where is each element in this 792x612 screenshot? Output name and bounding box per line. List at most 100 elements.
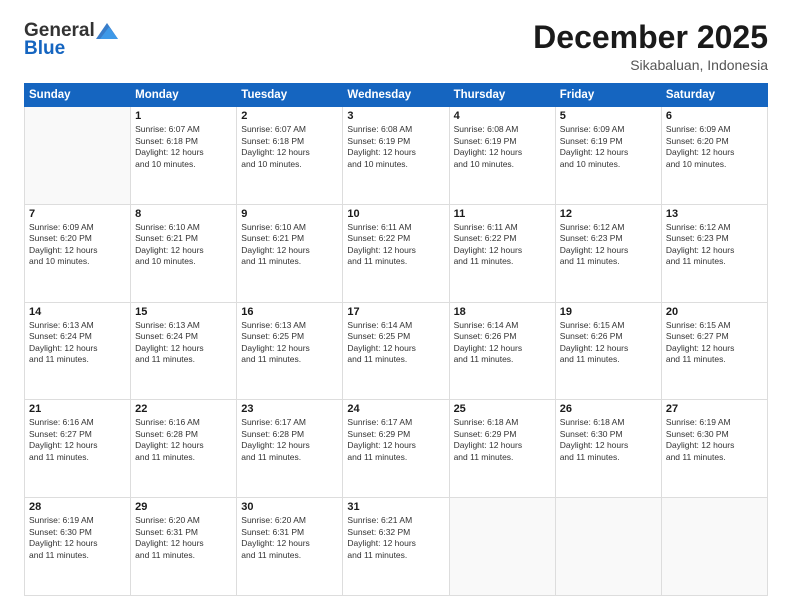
day-number: 15: [135, 306, 232, 318]
day-info: Sunrise: 6:16 AM Sunset: 6:27 PM Dayligh…: [29, 417, 126, 463]
day-number: 13: [666, 208, 763, 220]
day-number: 31: [347, 501, 444, 513]
header-tuesday: Tuesday: [237, 84, 343, 107]
day-info: Sunrise: 6:20 AM Sunset: 6:31 PM Dayligh…: [135, 515, 232, 561]
day-info: Sunrise: 6:17 AM Sunset: 6:29 PM Dayligh…: [347, 417, 444, 463]
day-info: Sunrise: 6:12 AM Sunset: 6:23 PM Dayligh…: [560, 222, 657, 268]
day-info: Sunrise: 6:10 AM Sunset: 6:21 PM Dayligh…: [135, 222, 232, 268]
day-number: 12: [560, 208, 657, 220]
day-number: 4: [454, 110, 551, 122]
table-row: 29 Sunrise: 6:20 AM Sunset: 6:31 PM Dayli…: [131, 498, 237, 596]
table-row: 24Sunrise: 6:17 AM Sunset: 6:29 PM Dayli…: [343, 400, 449, 498]
logo-icon: [96, 23, 118, 39]
day-number: 26: [560, 403, 657, 415]
day-info: Sunrise: 6:17 AM Sunset: 6:28 PM Dayligh…: [241, 417, 338, 463]
table-row: 16 Sunrise: 6:13 AM Sunset: 6:25 PM Dayli…: [237, 302, 343, 400]
header-monday: Monday: [131, 84, 237, 107]
day-number: 10: [347, 208, 444, 220]
day-info: Sunrise: 6:18 AM Sunset: 6:30 PM Dayligh…: [560, 417, 657, 463]
day-info: Sunrise: 6:09 AM Sunset: 6:20 PM Dayligh…: [29, 222, 126, 268]
header-thursday: Thursday: [449, 84, 555, 107]
table-row: 26 Sunrise: 6:18 AM Sunset: 6:30 PM Dayli…: [555, 400, 661, 498]
day-info: Sunrise: 6:07 AM Sunset: 6:18 PM Dayligh…: [241, 124, 338, 170]
day-number: 29: [135, 501, 232, 513]
day-number: 20: [666, 306, 763, 318]
day-number: 21: [29, 403, 126, 415]
calendar-week-row: 21 Sunrise: 6:16 AM Sunset: 6:27 PM Dayli…: [25, 400, 768, 498]
month-title: December 2025: [533, 20, 768, 55]
day-number: 8: [135, 208, 232, 220]
day-info: Sunrise: 6:09 AM Sunset: 6:19 PM Dayligh…: [560, 124, 657, 170]
day-number: 14: [29, 306, 126, 318]
header: General Blue December 2025 Sikabaluan, I…: [24, 20, 768, 73]
day-number: 25: [454, 403, 551, 415]
day-number: 9: [241, 208, 338, 220]
calendar-header-row: Sunday Monday Tuesday Wednesday Thursday…: [25, 84, 768, 107]
day-number: 3: [347, 110, 444, 122]
day-number: 16: [241, 306, 338, 318]
day-number: 2: [241, 110, 338, 122]
table-row: 1Sunrise: 6:07 AM Sunset: 6:18 PM Daylig…: [131, 107, 237, 205]
calendar-week-row: 14 Sunrise: 6:13 AM Sunset: 6:24 PM Dayli…: [25, 302, 768, 400]
header-saturday: Saturday: [661, 84, 767, 107]
table-row: 5Sunrise: 6:09 AM Sunset: 6:19 PM Daylig…: [555, 107, 661, 205]
location: Sikabaluan, Indonesia: [533, 57, 768, 73]
calendar-table: Sunday Monday Tuesday Wednesday Thursday…: [24, 83, 768, 596]
day-number: 22: [135, 403, 232, 415]
day-info: Sunrise: 6:13 AM Sunset: 6:24 PM Dayligh…: [29, 320, 126, 366]
day-info: Sunrise: 6:19 AM Sunset: 6:30 PM Dayligh…: [29, 515, 126, 561]
day-info: Sunrise: 6:15 AM Sunset: 6:26 PM Dayligh…: [560, 320, 657, 366]
day-number: 1: [135, 110, 232, 122]
day-info: Sunrise: 6:10 AM Sunset: 6:21 PM Dayligh…: [241, 222, 338, 268]
day-info: Sunrise: 6:18 AM Sunset: 6:29 PM Dayligh…: [454, 417, 551, 463]
day-number: 27: [666, 403, 763, 415]
table-row: 25 Sunrise: 6:18 AM Sunset: 6:29 PM Dayli…: [449, 400, 555, 498]
logo: General Blue: [24, 20, 119, 60]
calendar-week-row: 1 Sunrise: 6:07 AM Sunset: 6:18 PM Daylig…: [25, 107, 768, 205]
day-info: Sunrise: 6:21 AM Sunset: 6:32 PM Dayligh…: [347, 515, 444, 561]
day-info: Sunrise: 6:14 AM Sunset: 6:26 PM Dayligh…: [454, 320, 551, 366]
day-info: Sunrise: 6:08 AM Sunset: 6:19 PM Dayligh…: [347, 124, 444, 170]
table-row: 11 Sunrise: 6:11 AM Sunset: 6:22 PM Dayli…: [449, 204, 555, 302]
header-friday: Friday: [555, 84, 661, 107]
calendar-week-row: 7 Sunrise: 6:09 AM Sunset: 6:20 PM Daylig…: [25, 204, 768, 302]
day-number: 17: [347, 306, 444, 318]
table-row: 20Sunrise: 6:15 AM Sunset: 6:27 PM Dayli…: [661, 302, 767, 400]
day-info: Sunrise: 6:16 AM Sunset: 6:28 PM Dayligh…: [135, 417, 232, 463]
day-info: Sunrise: 6:11 AM Sunset: 6:22 PM Dayligh…: [347, 222, 444, 268]
table-row: 28 Sunrise: 6:19 AM Sunset: 6:30 PM Dayli…: [25, 498, 131, 596]
table-row: [661, 498, 767, 596]
logo-blue: Blue: [24, 38, 65, 60]
table-row: 7 Sunrise: 6:09 AM Sunset: 6:20 PM Daylig…: [25, 204, 131, 302]
day-info: Sunrise: 6:14 AM Sunset: 6:25 PM Dayligh…: [347, 320, 444, 366]
table-row: 15Sunrise: 6:13 AM Sunset: 6:24 PM Dayli…: [131, 302, 237, 400]
day-info: Sunrise: 6:09 AM Sunset: 6:20 PM Dayligh…: [666, 124, 763, 170]
table-row: 30 Sunrise: 6:20 AM Sunset: 6:31 PM Dayli…: [237, 498, 343, 596]
day-info: Sunrise: 6:11 AM Sunset: 6:22 PM Dayligh…: [454, 222, 551, 268]
day-info: Sunrise: 6:13 AM Sunset: 6:25 PM Dayligh…: [241, 320, 338, 366]
table-row: 19Sunrise: 6:15 AM Sunset: 6:26 PM Dayli…: [555, 302, 661, 400]
header-wednesday: Wednesday: [343, 84, 449, 107]
calendar-week-row: 28 Sunrise: 6:19 AM Sunset: 6:30 PM Dayli…: [25, 498, 768, 596]
table-row: 22 Sunrise: 6:16 AM Sunset: 6:28 PM Dayli…: [131, 400, 237, 498]
table-row: 23Sunrise: 6:17 AM Sunset: 6:28 PM Dayli…: [237, 400, 343, 498]
day-info: Sunrise: 6:19 AM Sunset: 6:30 PM Dayligh…: [666, 417, 763, 463]
day-number: 7: [29, 208, 126, 220]
table-row: [555, 498, 661, 596]
table-row: [449, 498, 555, 596]
day-info: Sunrise: 6:20 AM Sunset: 6:31 PM Dayligh…: [241, 515, 338, 561]
table-row: 8 Sunrise: 6:10 AM Sunset: 6:21 PM Daylig…: [131, 204, 237, 302]
day-number: 6: [666, 110, 763, 122]
day-info: Sunrise: 6:08 AM Sunset: 6:19 PM Dayligh…: [454, 124, 551, 170]
table-row: 17 Sunrise: 6:14 AM Sunset: 6:25 PM Dayli…: [343, 302, 449, 400]
day-number: 28: [29, 501, 126, 513]
table-row: 27 Sunrise: 6:19 AM Sunset: 6:30 PM Dayli…: [661, 400, 767, 498]
day-number: 11: [454, 208, 551, 220]
table-row: 13Sunrise: 6:12 AM Sunset: 6:23 PM Dayli…: [661, 204, 767, 302]
table-row: 6 Sunrise: 6:09 AM Sunset: 6:20 PM Daylig…: [661, 107, 767, 205]
day-number: 18: [454, 306, 551, 318]
day-number: 30: [241, 501, 338, 513]
table-row: 12 Sunrise: 6:12 AM Sunset: 6:23 PM Dayli…: [555, 204, 661, 302]
table-row: [25, 107, 131, 205]
table-row: 21 Sunrise: 6:16 AM Sunset: 6:27 PM Dayli…: [25, 400, 131, 498]
